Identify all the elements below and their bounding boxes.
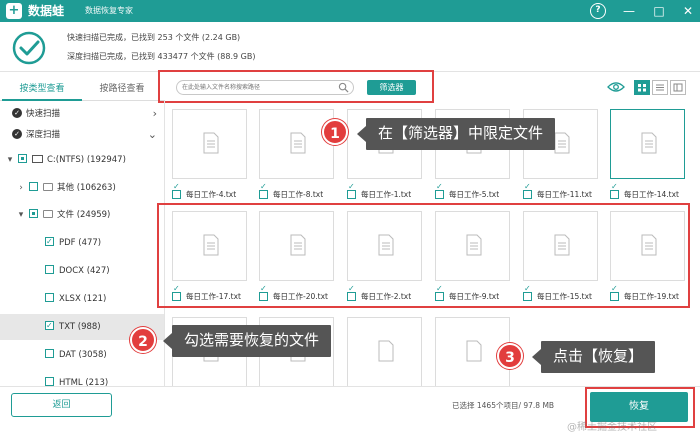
tree-checkbox[interactable]	[18, 154, 27, 163]
list-view-button[interactable]	[652, 80, 668, 95]
tree-item-other[interactable]: › 其他 (106263)	[0, 175, 164, 201]
file-checkbox[interactable]	[259, 182, 268, 199]
file-checkbox[interactable]	[172, 182, 181, 199]
tab-by-path[interactable]: 按路径查看	[82, 77, 162, 101]
list-view-icon	[656, 84, 664, 91]
document-icon	[641, 132, 657, 154]
folder-icon	[43, 209, 53, 218]
file-checkbox[interactable]	[523, 182, 532, 199]
tree-item-documents[interactable]: ▾ 文件 (24959)	[0, 202, 164, 228]
file-name: 每日工作-11.txt	[537, 190, 592, 199]
tree-item-label: 深度扫描	[26, 130, 61, 140]
minimize-button[interactable]: —	[621, 3, 637, 19]
help-icon[interactable]: ?	[590, 3, 606, 19]
tree-item-label: 文件 (24959)	[57, 210, 111, 220]
file-item: 每日工作-8.txt	[259, 182, 349, 200]
step-badge-1: 1	[322, 119, 348, 145]
file-name: 每日工作-14.txt	[624, 190, 679, 199]
close-button[interactable]: ✕	[680, 3, 696, 19]
maximize-button[interactable]: □	[651, 3, 667, 19]
tree-checkbox[interactable]	[29, 209, 38, 218]
app-logo-icon: +	[6, 3, 22, 19]
file-name: 每日工作-8.txt	[273, 190, 324, 199]
tree-checkbox[interactable]	[45, 313, 54, 339]
deep-scan-status: 深度扫描已完成，已找到 433477 个文件 (88.9 GB)	[67, 52, 256, 61]
watermark: @稀土掘金技术社区	[567, 422, 657, 433]
tree-checkbox[interactable]	[29, 182, 38, 191]
app-subtitle: 数据恢复专家	[85, 6, 133, 15]
file-name: 每日工作-1.txt	[361, 190, 412, 199]
file-checkbox[interactable]	[347, 182, 356, 199]
tree-item-xlsx[interactable]: XLSX (121)	[0, 286, 164, 312]
annotation-frame-filter	[158, 70, 434, 103]
file-item: 每日工作-11.txt	[523, 182, 613, 200]
callout-step-3: 点击【恢复】	[531, 341, 656, 373]
checked-icon: ✓	[12, 107, 22, 118]
tab-by-type[interactable]: 按类型查看	[2, 77, 82, 101]
app-name: 数据蛙	[28, 4, 65, 18]
scan-complete-icon	[12, 31, 46, 65]
tree-checkbox[interactable]	[45, 293, 54, 302]
tree-item-label: XLSX (121)	[59, 294, 107, 304]
tree-item-label: 快速扫描	[26, 109, 61, 119]
quick-scan-status: 快速扫描已完成，已找到 253 个文件 (2.24 GB)	[67, 33, 241, 42]
annotation-frame-files	[157, 203, 690, 308]
callout-step-2: 勾选需要恢复的文件	[162, 325, 332, 357]
file-thumbnail[interactable]	[172, 109, 247, 179]
detail-view-button[interactable]	[670, 80, 686, 95]
folder-icon	[43, 182, 53, 191]
file-name: 每日工作-4.txt	[186, 190, 237, 199]
view-tabs: 按类型查看 按路径查看	[0, 77, 165, 101]
scan-summary: 快速扫描已完成，已找到 253 个文件 (2.24 GB) 深度扫描已完成，已找…	[0, 22, 700, 72]
tree-item-label: DAT (3058)	[59, 350, 107, 360]
checked-icon: ✓	[12, 128, 22, 139]
tree-item-docx[interactable]: DOCX (427)	[0, 258, 164, 284]
file-item: 每日工作-4.txt	[172, 182, 262, 200]
tree-checkbox[interactable]	[45, 349, 54, 358]
preview-eye-icon[interactable]	[607, 81, 625, 93]
tree-item-label: TXT (988)	[59, 322, 101, 332]
detail-view-icon	[673, 83, 683, 92]
tree-item-deep-scan[interactable]: ✓ 深度扫描 ⌄	[0, 122, 164, 148]
grid-view-icon	[638, 84, 646, 92]
tree-item-label: C:(NTFS) (192947)	[47, 155, 126, 165]
tree-item-label: DOCX (427)	[59, 266, 110, 276]
document-icon	[290, 132, 306, 154]
document-icon	[378, 340, 394, 362]
tree-checkbox[interactable]	[45, 265, 54, 274]
file-item: 每日工作-5.txt	[435, 182, 525, 200]
title-bar: + 数据蛙 数据恢复专家 ? — □ ✕	[0, 0, 700, 22]
drive-icon	[32, 154, 43, 163]
step-badge-3: 3	[497, 343, 523, 369]
file-checkbox[interactable]	[435, 182, 444, 199]
expand-icon[interactable]: ›	[17, 175, 25, 201]
grid-view-button[interactable]	[634, 80, 650, 95]
tree-item-label: PDF (477)	[59, 238, 102, 248]
expand-icon[interactable]: ▾	[17, 202, 25, 228]
file-item: 每日工作-1.txt	[347, 182, 437, 200]
step-badge-2: 2	[130, 327, 156, 353]
file-thumbnail[interactable]	[259, 109, 334, 179]
document-icon	[554, 132, 570, 154]
tree-checkbox[interactable]	[45, 229, 54, 255]
file-thumbnail[interactable]	[610, 109, 685, 179]
chevron-down-icon[interactable]: ⌄	[148, 122, 157, 148]
expand-icon[interactable]: ▾	[6, 147, 14, 173]
document-icon	[203, 132, 219, 154]
callout-step-1: 在【筛选器】中限定文件	[356, 118, 556, 150]
file-thumbnail[interactable]	[347, 317, 422, 386]
back-button[interactable]: 返回	[11, 393, 112, 417]
file-item: 每日工作-14.txt	[610, 182, 700, 200]
file-name: 每日工作-5.txt	[449, 190, 500, 199]
tree-item-drive-c[interactable]: ▾ C:(NTFS) (192947)	[0, 147, 164, 173]
tree-checkbox[interactable]	[45, 377, 54, 386]
selection-summary: 已选择 1465个项目/ 97.8 MB	[452, 401, 555, 410]
tree-item-label: 其他 (106263)	[57, 183, 116, 193]
document-icon	[466, 340, 482, 362]
tree-item-pdf[interactable]: PDF (477)	[0, 229, 164, 256]
file-checkbox[interactable]	[610, 182, 619, 199]
